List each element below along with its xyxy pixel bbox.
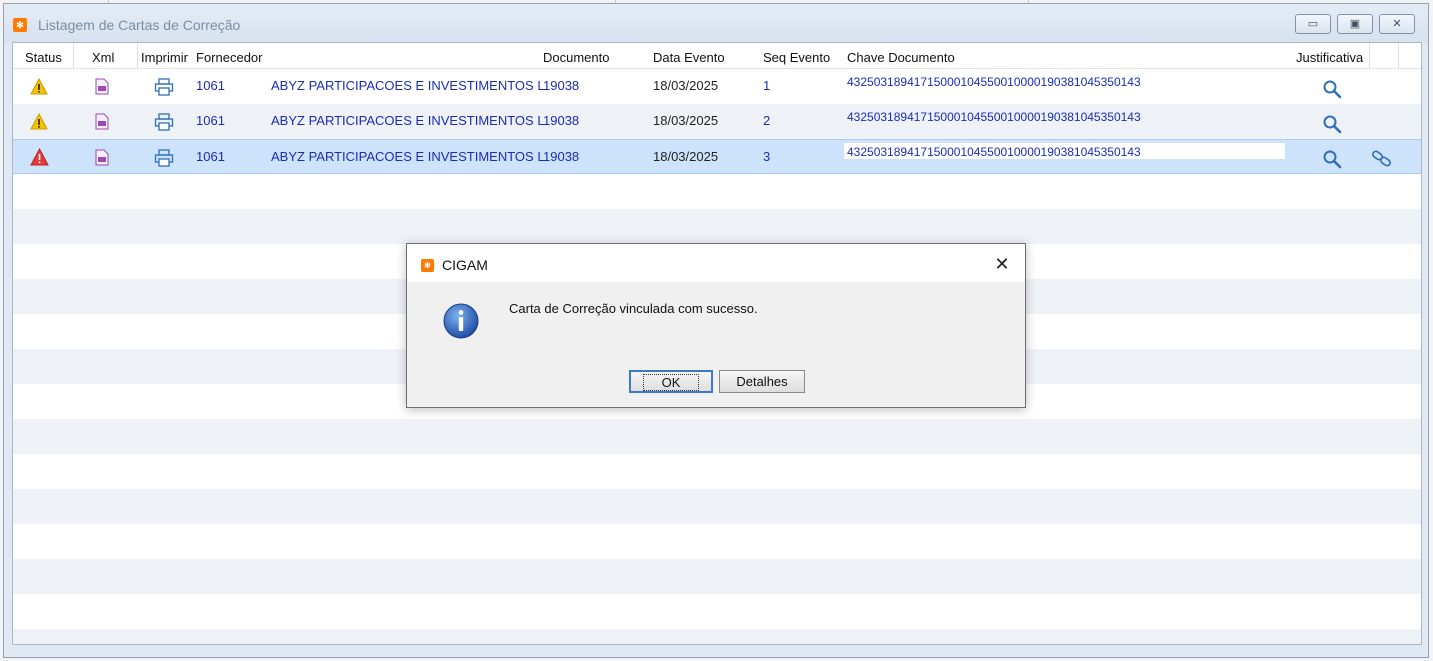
codigo-fornecedor: 1061 xyxy=(196,149,225,164)
documento: 19038 xyxy=(543,149,580,164)
header-imprimir[interactable]: Imprimir xyxy=(141,50,188,65)
ok-button[interactable]: OK xyxy=(629,370,713,393)
details-button[interactable]: Detalhes xyxy=(719,370,805,393)
documento: 19038 xyxy=(543,113,580,128)
empty-row xyxy=(13,629,1421,644)
printer-icon[interactable] xyxy=(154,149,174,167)
documento: 19038 xyxy=(543,78,580,93)
empty-row xyxy=(13,489,1421,524)
cigam-logo-icon: ✻ xyxy=(13,18,27,32)
restore-button[interactable]: ▣ xyxy=(1337,14,1373,34)
empty-row xyxy=(13,419,1421,454)
table-row[interactable]: 1061 ABYZ PARTICIPACOES E INVESTIMENTOS … xyxy=(13,69,1421,104)
info-icon xyxy=(443,303,479,339)
grid-header: Status Xml Imprimir Fornecedor Documento… xyxy=(13,43,1421,69)
table-row-selected[interactable]: 1061 ABYZ PARTICIPACOES E INVESTIMENTOS … xyxy=(13,139,1421,174)
printer-icon[interactable] xyxy=(154,78,174,96)
header-separator xyxy=(1369,43,1370,69)
search-icon[interactable] xyxy=(1322,114,1342,134)
chave-documento: 4325031894171500010455001000019038104535… xyxy=(847,145,1141,159)
cigam-logo-icon: ✻ xyxy=(421,259,434,272)
table-row[interactable]: 1061 ABYZ PARTICIPACOES E INVESTIMENTOS … xyxy=(13,104,1421,139)
ok-button-label: OK xyxy=(642,374,700,391)
header-data-evento[interactable]: Data Evento xyxy=(653,50,725,65)
message-dialog: ✻ CIGAM ✕ Carta de Correção vinculada co… xyxy=(406,243,1026,408)
dialog-message: Carta de Correção vinculada com sucesso. xyxy=(509,301,758,316)
seq-evento: 1 xyxy=(763,78,771,93)
header-status[interactable]: Status xyxy=(25,50,62,65)
empty-row xyxy=(13,594,1421,629)
window-title: Listagem de Cartas de Correção xyxy=(38,17,241,33)
dialog-close-button[interactable]: ✕ xyxy=(991,253,1013,275)
seq-evento: 3 xyxy=(763,149,771,164)
dialog-title: CIGAM xyxy=(442,257,488,273)
xml-file-icon[interactable] xyxy=(95,78,109,95)
header-separator xyxy=(73,43,74,69)
data-evento: 18/03/2025 xyxy=(653,78,719,93)
printer-icon[interactable] xyxy=(154,113,174,131)
empty-row xyxy=(13,524,1421,559)
close-icon: ✕ xyxy=(994,254,1010,274)
details-button-label: Detalhes xyxy=(736,374,788,389)
minimize-icon: ▭ xyxy=(1307,18,1319,30)
codigo-fornecedor: 1061 xyxy=(196,113,225,128)
search-icon[interactable] xyxy=(1322,149,1342,169)
codigo-fornecedor: 1061 xyxy=(196,78,225,93)
nome-fornecedor: ABYZ PARTICIPACOES E INVESTIMENTOS L xyxy=(271,113,545,128)
empty-row xyxy=(13,209,1421,244)
header-chave-documento[interactable]: Chave Documento xyxy=(847,50,955,65)
data-evento: 18/03/2025 xyxy=(653,149,719,164)
seq-evento: 2 xyxy=(763,113,771,128)
header-documento[interactable]: Documento xyxy=(543,50,609,65)
header-seq-evento[interactable]: Seq Evento xyxy=(763,50,830,65)
chave-documento: 4325031894171500010455001000019038104535… xyxy=(847,75,1141,89)
close-window-button[interactable]: ✕ xyxy=(1379,14,1415,34)
window-titlebar[interactable]: ✻ Listagem de Cartas de Correção ▭ ▣ ✕ xyxy=(4,4,1428,42)
search-icon[interactable] xyxy=(1322,79,1342,99)
link-icon[interactable] xyxy=(1371,149,1393,169)
header-separator xyxy=(1398,43,1399,69)
xml-file-icon[interactable] xyxy=(95,149,109,166)
warning-yellow-icon xyxy=(30,113,48,130)
header-xml[interactable]: Xml xyxy=(92,50,114,65)
header-fornecedor[interactable]: Fornecedor xyxy=(196,50,262,65)
chave-documento: 4325031894171500010455001000019038104535… xyxy=(847,110,1141,124)
header-separator xyxy=(137,43,138,69)
minimize-button[interactable]: ▭ xyxy=(1295,14,1331,34)
close-icon: ✕ xyxy=(1392,18,1402,30)
nome-fornecedor: ABYZ PARTICIPACOES E INVESTIMENTOS L xyxy=(271,78,545,93)
header-justificativa[interactable]: Justificativa xyxy=(1296,50,1363,65)
xml-file-icon[interactable] xyxy=(95,113,109,130)
warning-red-icon xyxy=(30,148,49,166)
warning-yellow-icon xyxy=(30,78,48,95)
restore-icon: ▣ xyxy=(1349,18,1361,30)
empty-row xyxy=(13,559,1421,594)
empty-row xyxy=(13,174,1421,209)
nome-fornecedor: ABYZ PARTICIPACOES E INVESTIMENTOS L xyxy=(271,149,545,164)
data-evento: 18/03/2025 xyxy=(653,113,719,128)
empty-row xyxy=(13,454,1421,489)
dialog-titlebar[interactable]: ✻ CIGAM ✕ xyxy=(407,244,1025,282)
